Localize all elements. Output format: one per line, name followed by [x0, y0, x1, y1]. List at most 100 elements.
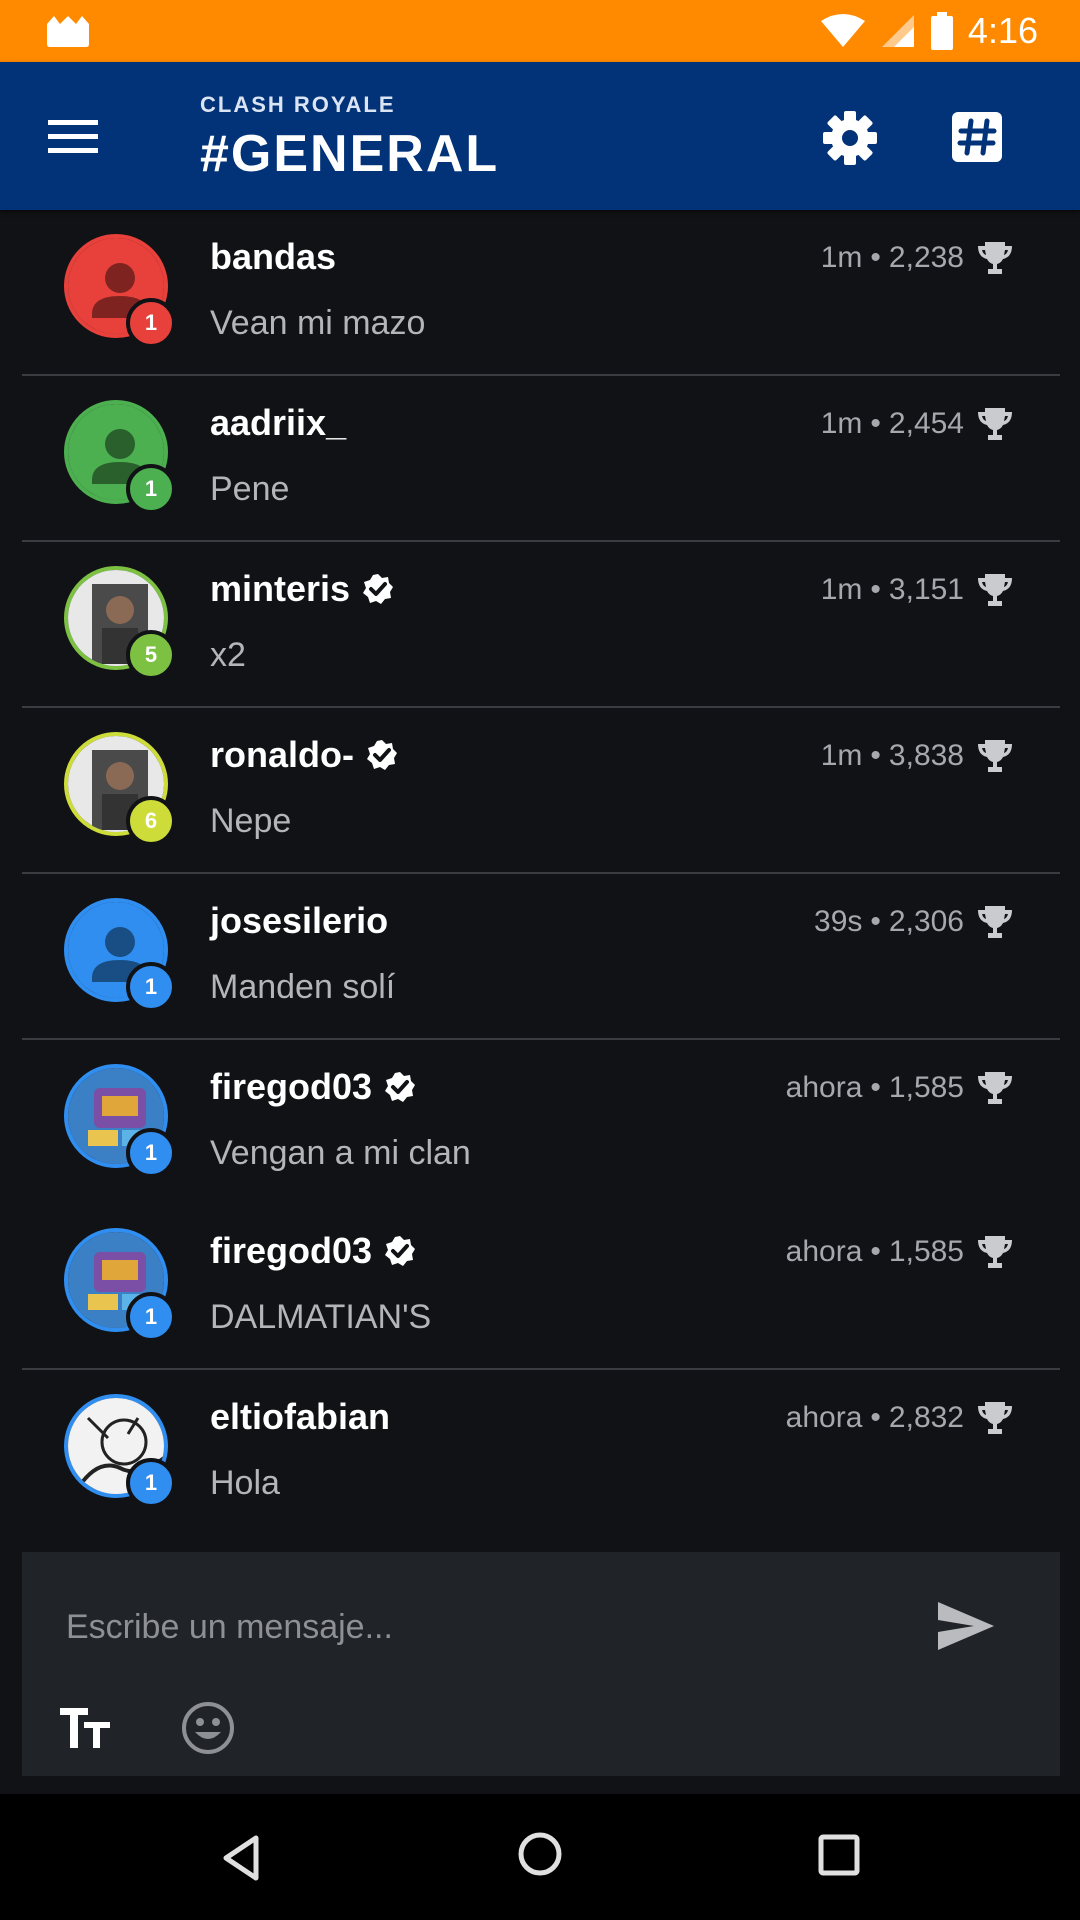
username[interactable]: ronaldo-: [210, 734, 354, 776]
message-time: 39s: [814, 905, 863, 938]
message-list[interactable]: 1 bandas 1m • 2,238 Vean mi mazo 1 aadriix_ 1m • 2…: [0, 212, 1080, 1550]
message-text: Manden solí: [210, 968, 396, 1006]
signal-icon: [881, 15, 914, 47]
status-time: 4:16: [967, 10, 1038, 51]
nav-home-button[interactable]: [516, 1830, 564, 1878]
message-row[interactable]: 1 firegod03 ahora • 1,585 DALMATIAN'S: [22, 1206, 1060, 1370]
meta-separator: •: [870, 905, 881, 938]
username-wrap: minteris: [210, 568, 394, 610]
gear-icon: [823, 111, 877, 165]
message-text: Vean mi mazo: [210, 304, 426, 342]
username[interactable]: aadriix_: [210, 402, 346, 444]
message-row[interactable]: 1 josesilerio 39s • 2,306 Manden solí: [22, 876, 1060, 1040]
meta-separator: •: [870, 241, 881, 274]
hashtag-button[interactable]: [952, 112, 1002, 162]
meta-separator: •: [870, 739, 881, 772]
settings-button[interactable]: [822, 110, 878, 166]
trophy-count: 2,306: [888, 905, 964, 938]
level-badge: 1: [126, 1458, 176, 1508]
message-row[interactable]: 5 minteris 1m • 3,151 x2: [22, 544, 1060, 708]
emoji-button[interactable]: [180, 1700, 236, 1756]
message-text: Vengan a mi clan: [210, 1134, 471, 1172]
trophy-icon: [976, 738, 1014, 774]
verified-badge-icon: [366, 739, 398, 771]
message-time: 1m: [820, 573, 863, 606]
message-text: Pene: [210, 470, 290, 508]
username[interactable]: eltiofabian: [210, 1396, 390, 1438]
verified-badge-icon: [362, 573, 394, 605]
username-wrap: firegod03: [210, 1230, 416, 1272]
username[interactable]: bandas: [210, 236, 336, 278]
nav-back-button[interactable]: [216, 1830, 272, 1886]
username[interactable]: firegod03: [210, 1066, 372, 1108]
home-circle-icon: [518, 1832, 562, 1876]
emoji-icon: [182, 1702, 234, 1754]
meta-separator: •: [870, 1401, 881, 1434]
row-divider: [22, 1368, 1060, 1370]
message-meta: ahora • 1,585: [786, 1234, 1014, 1270]
level-badge: 6: [126, 796, 176, 846]
message-meta: 1m • 3,838: [821, 738, 1014, 774]
message-input[interactable]: [64, 1598, 888, 1656]
level-badge: 1: [126, 1292, 176, 1342]
message-time: ahora: [785, 1071, 863, 1104]
row-divider: [22, 540, 1060, 542]
wifi-icon: [820, 14, 865, 47]
row-divider: [22, 1038, 1060, 1040]
message-meta: 39s • 2,306: [814, 904, 1014, 940]
message-row[interactable]: 6 ronaldo- 1m • 3,838 Nepe: [22, 710, 1060, 874]
meta-separator: •: [870, 573, 881, 606]
status-bar: 4:16: [0, 0, 1080, 62]
trophy-count: 1,585: [888, 1071, 964, 1104]
trophy-count: 3,151: [888, 573, 964, 606]
level-badge: 1: [126, 1128, 176, 1178]
message-row[interactable]: 1 bandas 1m • 2,238 Vean mi mazo: [22, 212, 1060, 376]
username[interactable]: minteris: [210, 568, 350, 610]
meta-separator: •: [870, 1235, 881, 1268]
row-divider: [22, 872, 1060, 874]
message-meta: 1m • 3,151: [821, 572, 1014, 608]
meta-separator: •: [870, 407, 881, 440]
message-time: 1m: [820, 241, 863, 274]
trophy-count: 2,238: [888, 241, 964, 274]
trophy-icon: [976, 1234, 1014, 1270]
username-wrap: bandas: [210, 236, 336, 278]
hashtag-icon: [952, 112, 1002, 162]
send-icon: [938, 1602, 994, 1650]
username[interactable]: josesilerio: [210, 900, 388, 942]
send-button[interactable]: [934, 1596, 998, 1656]
row-divider: [22, 706, 1060, 708]
level-badge: 1: [126, 298, 176, 348]
back-triangle-icon: [223, 1835, 259, 1881]
trophy-count: 2,454: [888, 407, 964, 440]
message-row[interactable]: 1 firegod03 ahora • 1,585 Vengan a mi clan: [22, 1042, 1060, 1206]
message-time: ahora: [785, 1401, 863, 1434]
username-wrap: aadriix_: [210, 402, 346, 444]
username-wrap: ronaldo-: [210, 734, 398, 776]
trophy-icon: [976, 406, 1014, 442]
message-row[interactable]: 1 aadriix_ 1m • 2,454 Pene: [22, 378, 1060, 542]
message-row[interactable]: 1 eltiofabian ahora • 2,832 Hola: [22, 1372, 1060, 1536]
username[interactable]: firegod03: [210, 1230, 372, 1272]
verified-badge-icon: [384, 1235, 416, 1267]
message-meta: ahora • 1,585: [786, 1070, 1014, 1106]
text-format-button[interactable]: [58, 1702, 114, 1754]
menu-button[interactable]: [48, 116, 98, 156]
message-meta: 1m • 2,238: [821, 240, 1014, 276]
nav-recent-button[interactable]: [816, 1832, 862, 1878]
message-meta: 1m • 2,454: [821, 406, 1014, 442]
app-subtitle: CLASH ROYALE: [200, 92, 396, 117]
app-bar: CLASH ROYALE #GENERAL: [0, 62, 1080, 210]
app-notification-icon: [47, 16, 89, 47]
message-composer: [22, 1552, 1060, 1776]
username-wrap: josesilerio: [210, 900, 388, 942]
message-text: Hola: [210, 1464, 280, 1502]
trophy-count: 3,838: [888, 739, 964, 772]
trophy-icon: [976, 572, 1014, 608]
trophy-icon: [976, 1070, 1014, 1106]
level-badge: 1: [126, 464, 176, 514]
level-badge: 5: [126, 630, 176, 680]
message-meta: ahora • 2,832: [786, 1400, 1014, 1436]
message-text: DALMATIAN'S: [210, 1298, 432, 1336]
recent-square-icon: [818, 1834, 860, 1876]
